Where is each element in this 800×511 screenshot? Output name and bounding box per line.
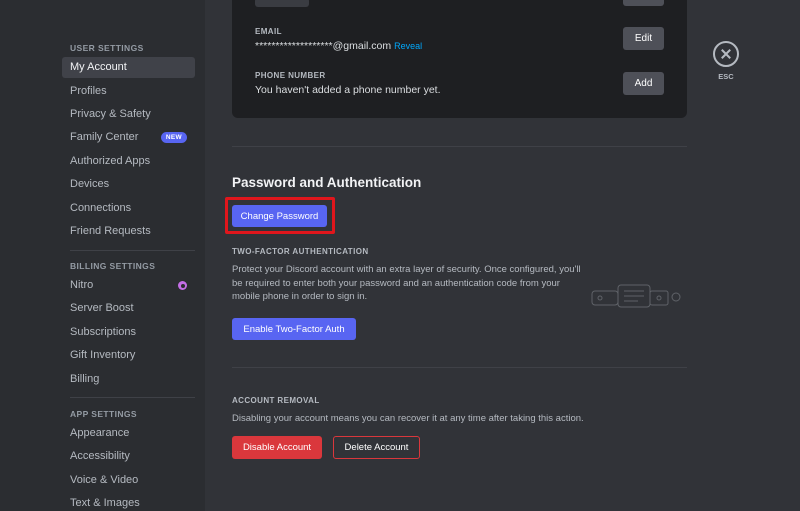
sidebar-header-app-settings: APP SETTINGS [70,409,137,419]
reveal-email-link[interactable]: Reveal [394,41,422,51]
sidebar-item-label: Connections [70,202,132,214]
sidebar-item-gift-inventory[interactable]: Gift Inventory [62,345,195,366]
two-factor-desc-line: be required to enter both your password … [232,277,560,289]
sidebar-item-label: Friend Requests [70,225,151,237]
password-auth-title: Password and Authentication [232,175,422,190]
sidebar-item-accessibility[interactable]: Accessibility [62,446,195,467]
email-value: *******************@gmail.com Reveal [255,40,422,52]
settings-sidebar: USER SETTINGS My Account Profiles Privac… [0,0,205,511]
sidebar-item-label: My Account [70,61,127,73]
sidebar-item-privacy-safety[interactable]: Privacy & Safety [62,104,195,125]
sidebar-item-devices[interactable]: Devices [62,174,195,195]
sidebar-item-family-center[interactable]: Family Center NEW [62,127,195,148]
account-removal-description: Disabling your account means you can rec… [232,413,584,424]
edit-email-button[interactable]: Edit [623,27,664,50]
sidebar-item-label: Appearance [70,427,130,439]
account-removal-header: ACCOUNT REMOVAL [232,396,320,405]
two-factor-desc-line: mobile phone in order to sign in. [232,291,368,302]
email-text: *******************@gmail.com [255,40,392,52]
new-badge: NEW [160,132,187,143]
section-divider [232,367,687,368]
sidebar-item-label: Accessibility [70,450,130,462]
redacted-username [255,0,309,7]
sidebar-item-label: Profiles [70,85,107,97]
account-info-card: EMAIL *******************@gmail.com Revea… [232,0,687,118]
sidebar-header-billing-settings: BILLING SETTINGS [70,261,156,271]
sidebar-item-appearance[interactable]: Appearance [62,423,195,444]
sidebar-item-nitro[interactable]: Nitro [62,275,195,296]
change-password-button[interactable]: Change Password [232,205,327,227]
sidebar-item-label: Text & Images [70,497,140,509]
sidebar-divider [70,250,195,251]
sidebar-item-label: Nitro [70,279,94,291]
two-factor-desc-line: Protect your Discord account with an ext… [232,264,581,275]
phone-number-label: PHONE NUMBER [255,71,326,80]
two-factor-description: Protect your Discord account with an ext… [232,263,592,304]
username-edit-button[interactable] [623,0,664,6]
sidebar-item-voice-video[interactable]: Voice & Video [62,470,195,491]
sidebar-item-label: Privacy & Safety [70,108,151,120]
sidebar-item-subscriptions[interactable]: Subscriptions [62,322,195,343]
section-divider [232,146,687,147]
sidebar-item-label: Server Boost [70,302,134,314]
enable-two-factor-button[interactable]: Enable Two-Factor Auth [232,318,356,340]
sidebar-item-server-boost[interactable]: Server Boost [62,298,195,319]
sidebar-item-label: Voice & Video [70,474,139,486]
delete-account-button[interactable]: Delete Account [333,436,420,459]
close-icon[interactable] [713,41,739,67]
sidebar-item-text-images[interactable]: Text & Images [62,493,195,511]
email-label: EMAIL [255,27,282,36]
sidebar-item-connections[interactable]: Connections [62,198,195,219]
sidebar-item-authorized-apps[interactable]: Authorized Apps [62,151,195,172]
disable-account-button[interactable]: Disable Account [232,436,322,459]
sidebar-item-profiles[interactable]: Profiles [62,81,195,102]
sidebar-item-my-account[interactable]: My Account [62,57,195,78]
sidebar-item-label: Billing [70,373,100,385]
sidebar-item-label: Devices [70,178,110,190]
sidebar-item-label: Subscriptions [70,326,137,338]
close-settings[interactable]: ESC [713,41,739,81]
sidebar-item-label: Family Center [70,131,139,143]
esc-label: ESC [718,72,734,81]
sidebar-divider [70,397,195,398]
two-factor-illustration-icon [591,284,681,308]
sidebar-item-label: Gift Inventory [70,349,136,361]
sidebar-item-label: Authorized Apps [70,155,151,167]
two-factor-header: TWO-FACTOR AUTHENTICATION [232,247,369,256]
nitro-icon [178,281,187,290]
sidebar-item-friend-requests[interactable]: Friend Requests [62,221,195,242]
sidebar-header-user-settings: USER SETTINGS [70,43,144,53]
sidebar-item-billing[interactable]: Billing [62,369,195,390]
add-phone-button[interactable]: Add [623,72,664,95]
phone-number-value: You haven't added a phone number yet. [255,84,441,96]
